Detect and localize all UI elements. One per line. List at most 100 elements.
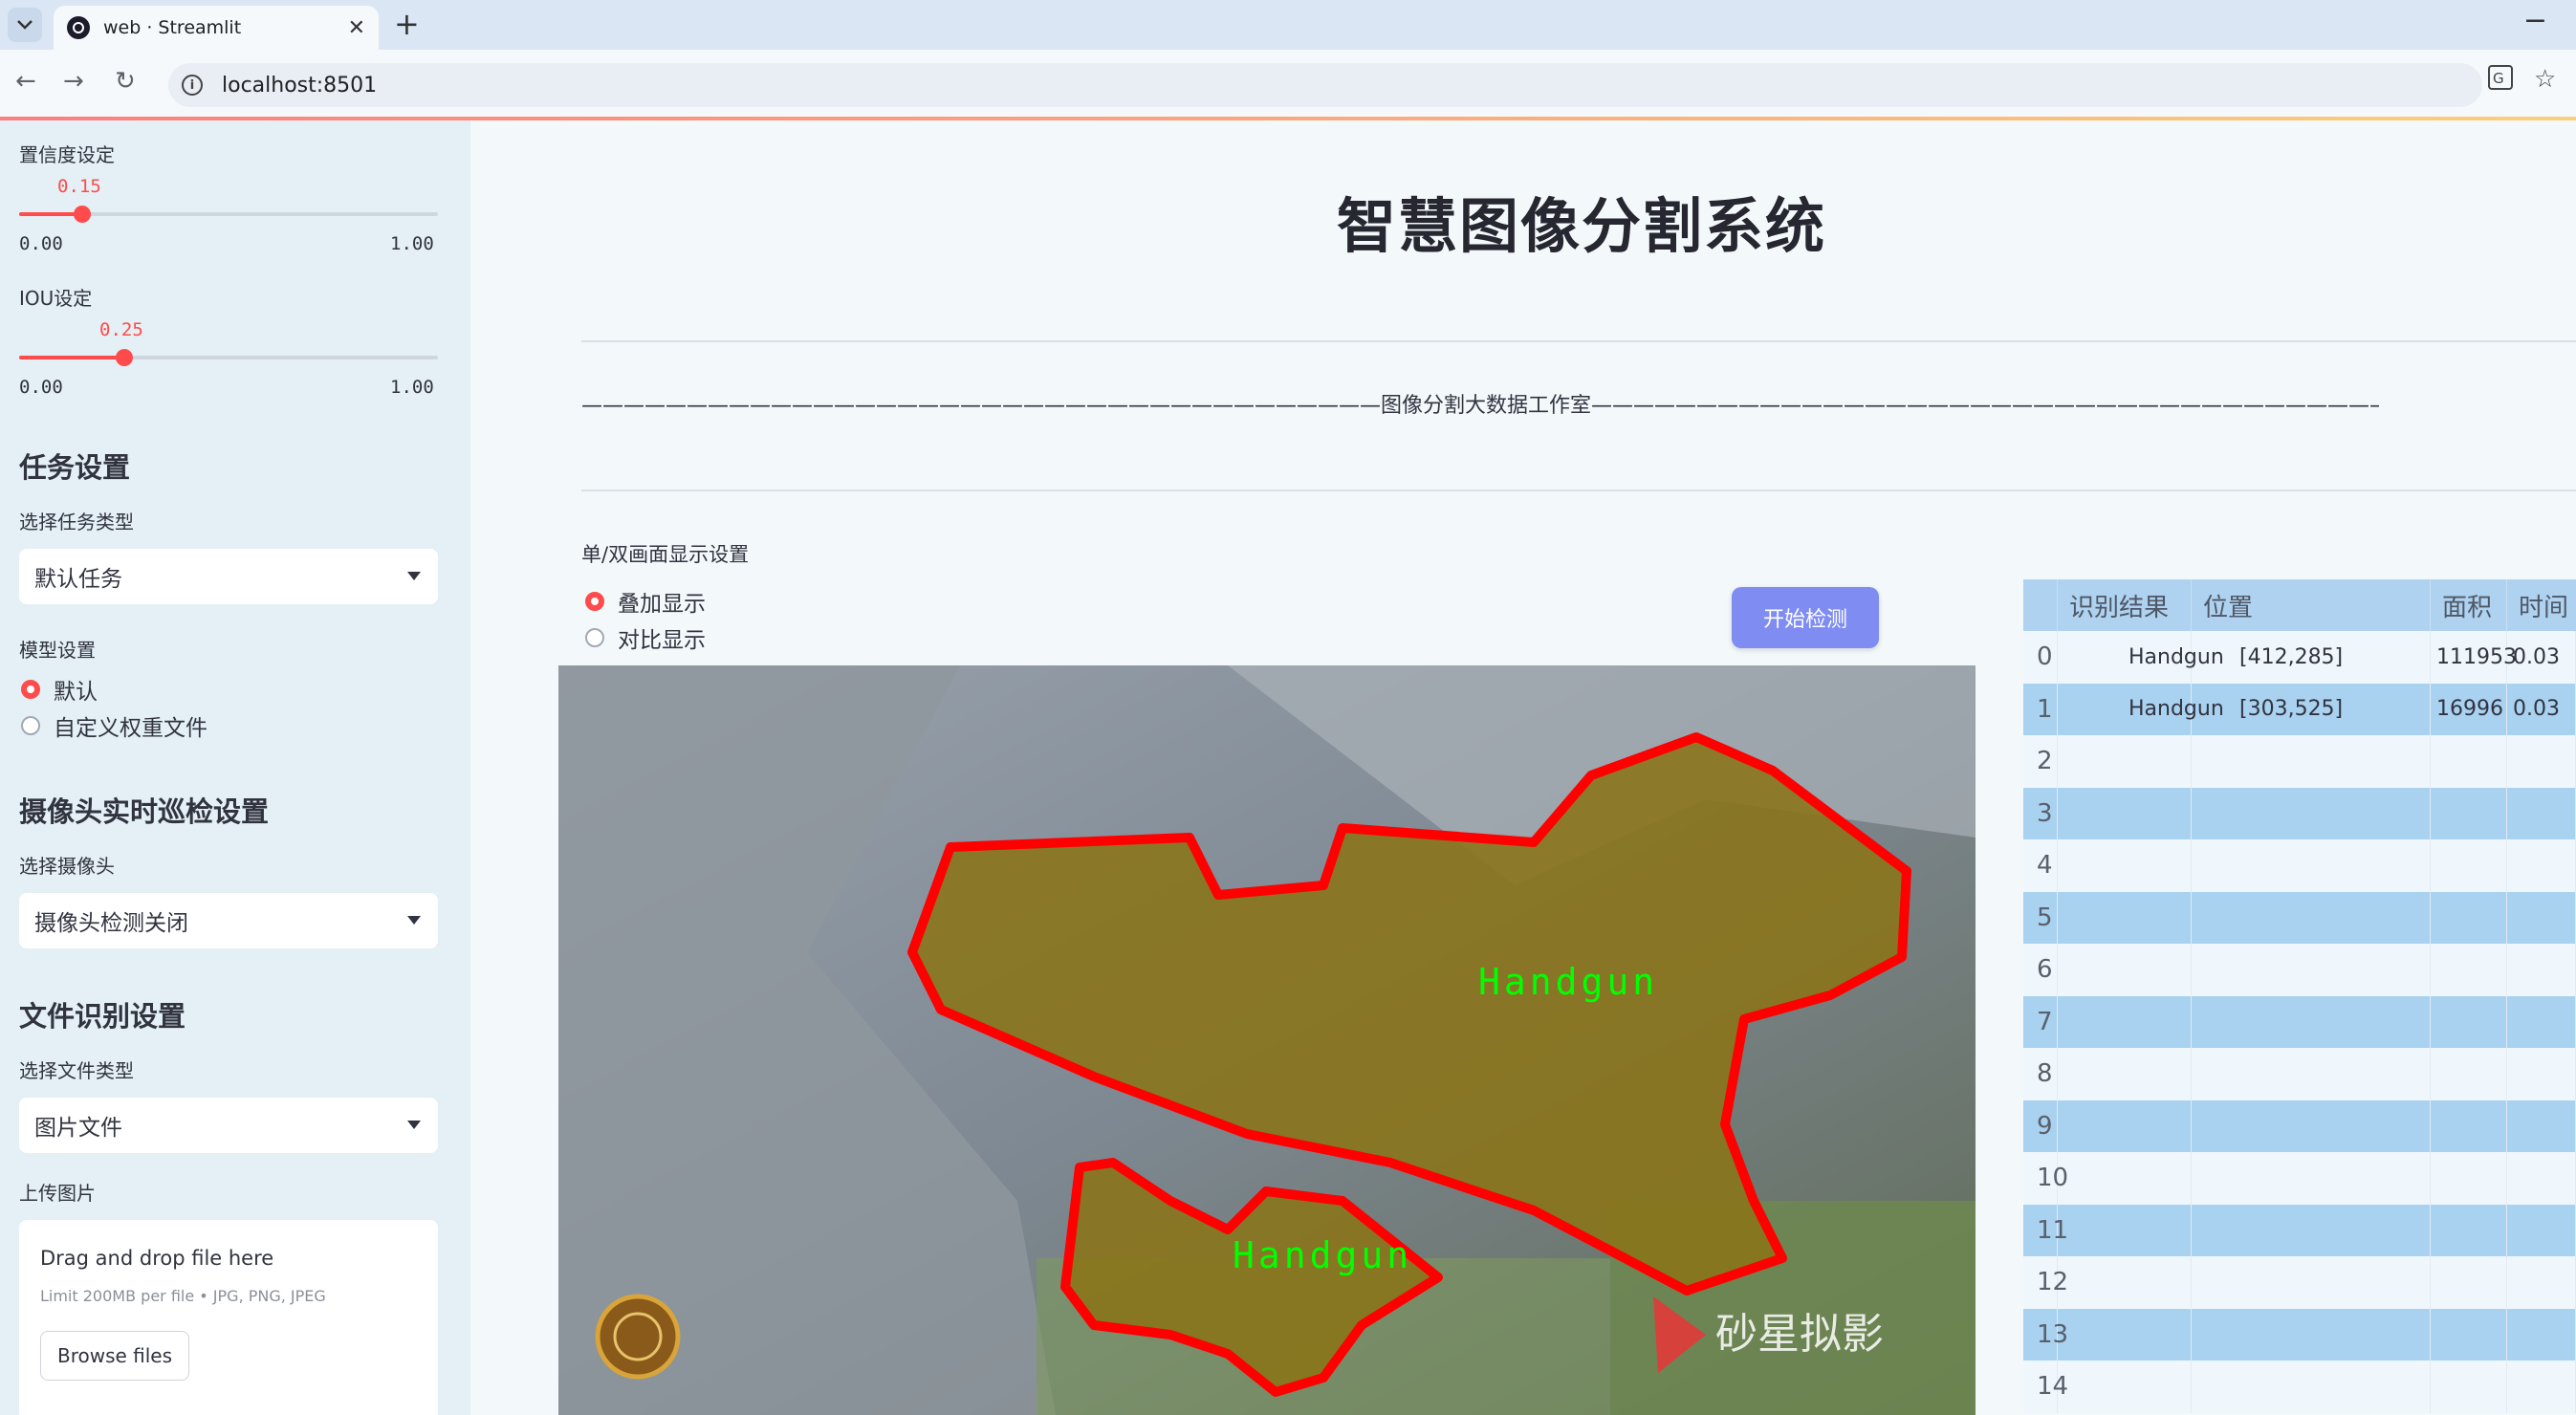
table-row[interactable]: 14 [2023,1361,2576,1413]
table-row[interactable]: 8 [2023,1048,2576,1100]
iou-label: IOU设定 [19,287,93,310]
tab-list-button[interactable] [8,8,42,42]
row-index: 2 [2023,735,2058,788]
row-index: 12 [2023,1256,2068,1309]
cell-area [2431,891,2507,944]
cell-time [2507,1308,2576,1361]
cell-area: 16996 [2431,683,2507,735]
radio-selected-icon [21,680,40,699]
address-bar[interactable]: i localhost:8501 [168,63,2482,107]
cell-area [2431,1308,2507,1361]
table-row[interactable]: 0 Handgun [412,285] 111953 0.03 [2023,631,2576,684]
translate-icon[interactable]: G [2488,65,2513,97]
site-info-icon[interactable]: i [182,75,203,96]
cell-result [2058,1204,2192,1256]
iou-min: 0.00 [19,377,63,398]
display-option-label: 对比显示 [618,628,706,653]
table-row[interactable]: 11 [2023,1204,2576,1256]
model-option-custom[interactable]: 自定义权重文件 [21,709,207,742]
table-row[interactable]: 5 [2023,891,2576,944]
cell-result [2058,891,2192,944]
table-row[interactable]: 3 [2023,787,2576,839]
model-option-label: 自定义权重文件 [54,716,207,741]
cell-time [2507,1048,2576,1100]
display-option-overlay[interactable]: 叠加显示 [585,585,706,618]
cell-result [2058,1099,2192,1152]
segmentation-overlay: Handgun Handgun 砂星拟影 [558,665,1976,1415]
cell-result [2058,1256,2192,1309]
back-icon[interactable]: ← [15,67,36,96]
iou-slider-thumb[interactable] [116,349,133,366]
display-option-compare[interactable]: 对比显示 [585,621,706,654]
confidence-max: 1.00 [390,233,434,254]
camera-select[interactable]: 摄像头检测关闭 [19,893,438,948]
cell-position [2192,995,2431,1048]
confidence-slider[interactable] [19,206,438,223]
cell-result [2058,839,2192,892]
cell-position [2192,1048,2431,1100]
table-row[interactable]: 2 [2023,735,2576,788]
browse-files-button[interactable]: Browse files [40,1331,189,1381]
row-index: 1 [2023,683,2058,735]
table-row[interactable]: 6 [2023,944,2576,996]
tab-title: web · Streamlit [103,17,242,38]
confidence-slider-thumb[interactable] [74,206,91,223]
table-row[interactable]: 13 [2023,1308,2576,1361]
file-dropzone[interactable]: Drag and drop file here Limit 200MB per … [19,1220,438,1415]
iou-slider[interactable] [19,349,438,366]
results-table[interactable]: 识别结果 位置 面积 时间 0 Handgun [412,285] 111953 0.0… [2023,579,2576,1413]
close-tab-icon[interactable]: ✕ [348,16,365,40]
cell-position: [303,525] [2192,683,2431,735]
new-tab-icon[interactable]: + [394,6,420,42]
cell-time [2507,787,2576,839]
cell-area [2431,1361,2507,1413]
forward-icon[interactable]: → [63,67,84,96]
column-header[interactable]: 识别结果 [2058,579,2192,631]
model-option-default[interactable]: 默认 [21,673,98,706]
table-row[interactable]: 7 [2023,995,2576,1048]
upload-label: 上传图片 [19,1182,96,1205]
column-header[interactable]: 时间 [2507,579,2576,631]
table-row[interactable]: 4 [2023,839,2576,892]
cell-result [2058,735,2192,788]
table-header: 识别结果 位置 面积 时间 [2023,579,2576,631]
minimize-window-icon[interactable]: − [2523,4,2547,37]
table-row[interactable]: 12 [2023,1256,2576,1309]
cell-position [2192,1099,2431,1152]
cell-position [2192,1204,2431,1256]
sidebar: 置信度设定 0.15 0.00 1.00 IOU设定 0.25 0.00 1.0… [0,120,470,1415]
cell-position [2192,1256,2431,1309]
detection-label-1: Handgun [1478,961,1658,1003]
divider [581,490,2576,491]
confidence-label: 置信度设定 [19,143,115,166]
browser-tab[interactable]: web · Streamlit ✕ [54,6,379,50]
row-index: 6 [2023,944,2058,996]
cell-area [2431,735,2507,788]
table-body: 0 Handgun [412,285] 111953 0.03 1 Handgun [303,… [2023,631,2576,1413]
cell-area [2431,995,2507,1048]
start-detection-button[interactable]: 开始检测 [1732,587,1879,648]
column-header[interactable]: 位置 [2192,579,2431,631]
cell-area [2431,1256,2507,1309]
detection-result-image: Handgun Handgun 砂星拟影 [558,665,1976,1415]
cell-position [2192,891,2431,944]
camera-select-label: 选择摄像头 [19,855,115,878]
radio-selected-icon [585,592,604,611]
table-row[interactable]: 9 [2023,1099,2576,1152]
file-type-select[interactable]: 图片文件 [19,1098,438,1153]
table-row[interactable]: 10 [2023,1152,2576,1205]
watermark-text: 砂星拟影 [1715,1310,1884,1359]
reload-icon[interactable]: ↻ [115,67,136,96]
watermark-seal-icon [595,1294,681,1380]
cell-time [2507,1099,2576,1152]
cell-time [2507,944,2576,996]
column-header[interactable]: 面积 [2431,579,2507,631]
cell-result [2058,1152,2192,1205]
table-row[interactable]: 1 Handgun [303,525] 16996 0.03 [2023,683,2576,735]
row-index: 11 [2023,1204,2068,1256]
task-type-select[interactable]: 默认任务 [19,549,438,604]
bookmark-star-icon[interactable]: ☆ [2534,65,2556,94]
cell-position: [412,285] [2192,631,2431,684]
cell-time: 0.03 [2507,631,2576,684]
cell-position [2192,1361,2431,1413]
